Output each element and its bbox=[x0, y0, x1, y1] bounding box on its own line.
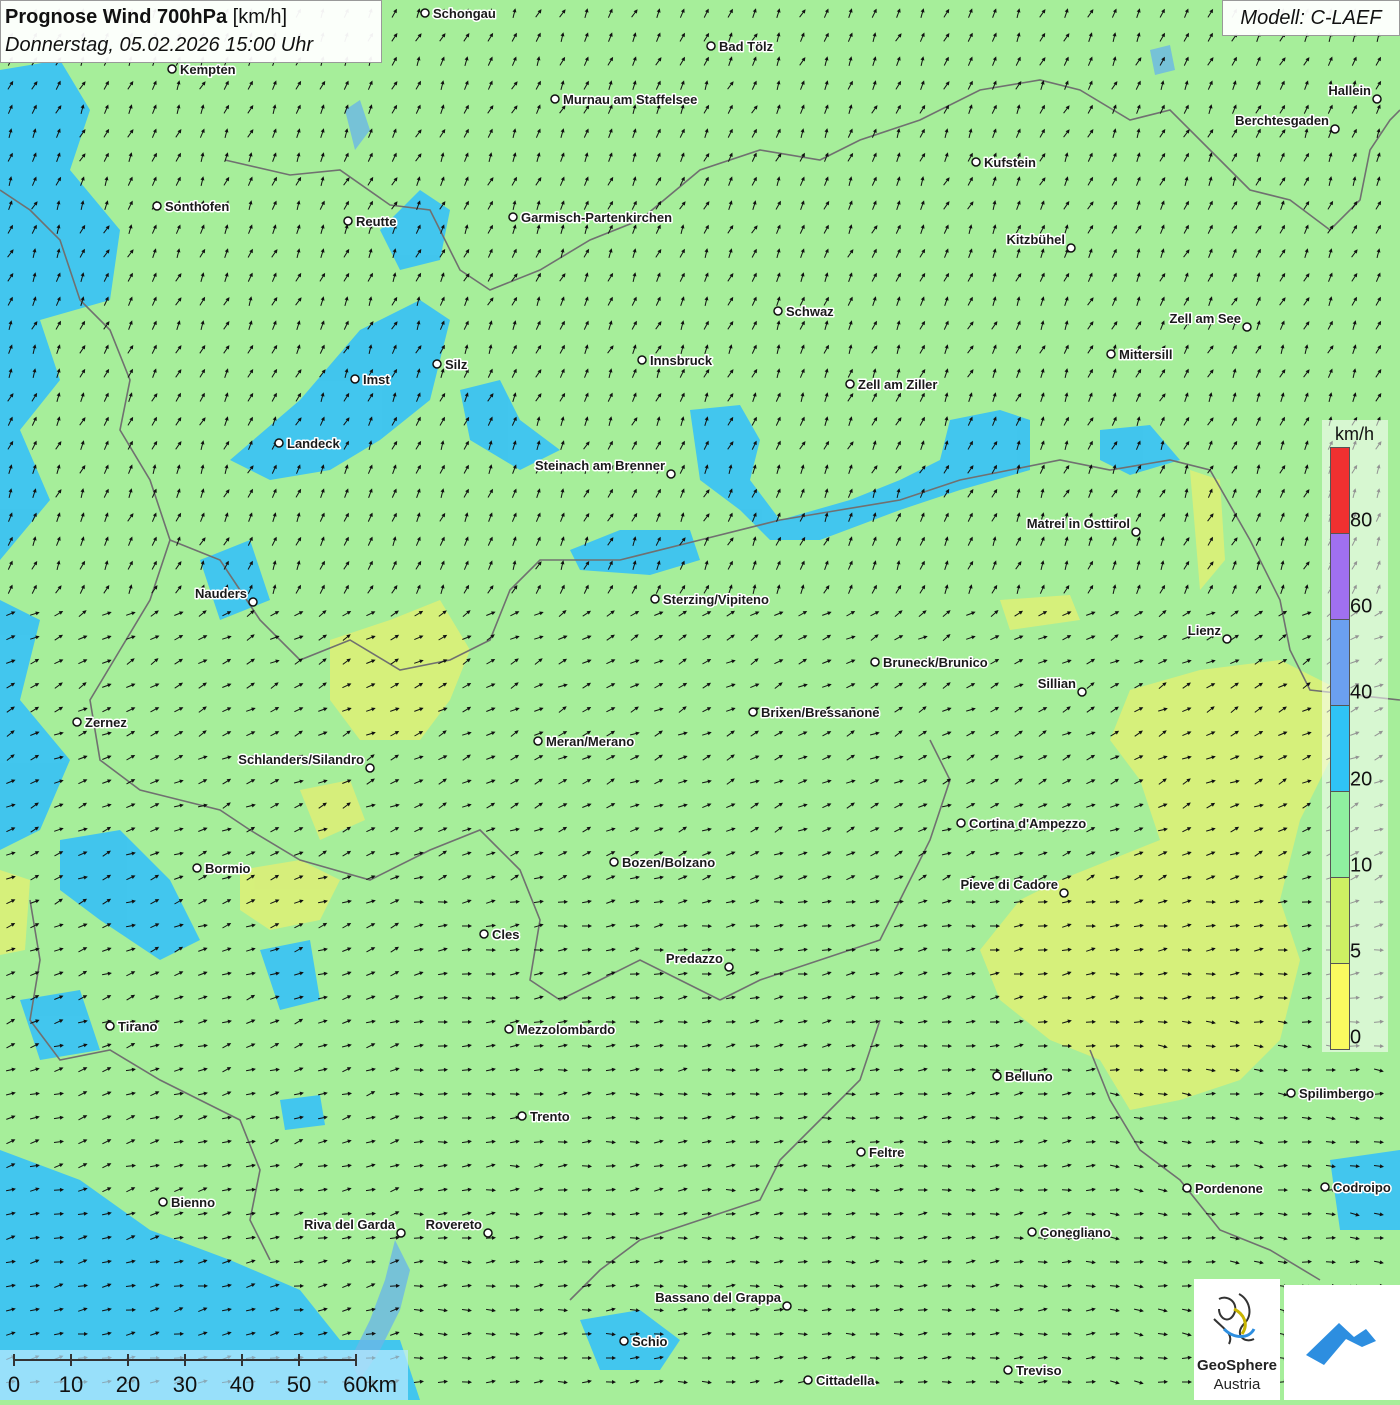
wind-area-small bbox=[280, 1095, 325, 1130]
wind-map: SchongauBad TölzKemptenMurnau am Staffel… bbox=[0, 0, 1400, 1400]
calm-area-west-edge bbox=[0, 870, 30, 955]
